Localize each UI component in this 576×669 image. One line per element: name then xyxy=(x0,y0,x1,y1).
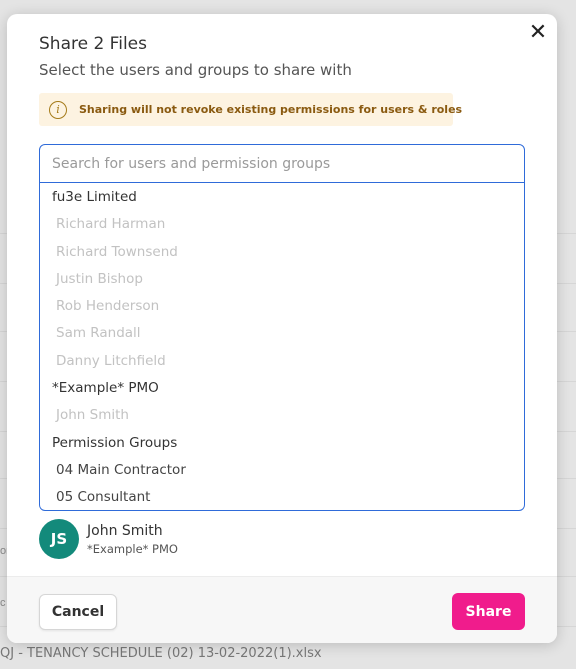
dropdown-option-disabled: John Smith xyxy=(56,407,129,424)
share-files-dialog: ✕ Share 2 Files Select the users and gro… xyxy=(7,14,557,643)
dropdown-option-disabled: Danny Litchfield xyxy=(56,352,166,369)
user-group-picker: fu3e Limited Richard Harman Richard Townse… xyxy=(39,144,525,511)
dropdown-group-header: fu3e Limited xyxy=(52,189,137,205)
dropdown-option-disabled: Justin Bishop xyxy=(56,270,143,287)
cancel-button[interactable]: Cancel xyxy=(39,594,117,630)
dropdown-option[interactable]: 04 Main Contractor xyxy=(40,457,524,484)
background-file-name[interactable]: QJ - TENANCY SCHEDULE (02) 13-02-2022(1)… xyxy=(0,646,322,661)
info-icon: i xyxy=(49,100,67,119)
dropdown-option-disabled: Rob Henderson xyxy=(56,298,160,315)
dropdown-group-header: Permission Groups xyxy=(52,434,178,451)
selected-recipient: JS John Smith *Example* PMO xyxy=(39,519,178,559)
dropdown-group-header: *Example* PMO xyxy=(52,380,159,397)
dropdown-option[interactable]: 05 Consultant xyxy=(40,484,524,510)
recipient-group: *Example* PMO xyxy=(87,541,178,556)
notice-text: Sharing will not revoke existing permiss… xyxy=(79,103,463,116)
avatar: JS xyxy=(39,519,79,559)
dropdown-option-disabled: Sam Randall xyxy=(56,325,141,342)
dialog-title: Share 2 Files xyxy=(39,34,147,54)
share-button[interactable]: Share xyxy=(452,593,525,630)
dropdown-option-disabled: Richard Townsend xyxy=(56,243,178,260)
warning-notice: i Sharing will not revoke existing permi… xyxy=(39,93,462,126)
dialog-subtitle: Select the users and groups to share wit… xyxy=(39,61,352,79)
recipient-info: John Smith *Example* PMO xyxy=(87,523,178,556)
dialog-footer: Cancel Share xyxy=(7,576,557,643)
search-input[interactable] xyxy=(40,145,524,183)
dropdown-options-list[interactable]: fu3e Limited Richard Harman Richard Townse… xyxy=(40,183,524,510)
dropdown-option-disabled: Richard Harman xyxy=(56,216,166,233)
close-icon[interactable]: ✕ xyxy=(527,22,549,44)
background-text-fragment: c xyxy=(0,597,6,609)
recipient-name: John Smith xyxy=(87,522,163,539)
